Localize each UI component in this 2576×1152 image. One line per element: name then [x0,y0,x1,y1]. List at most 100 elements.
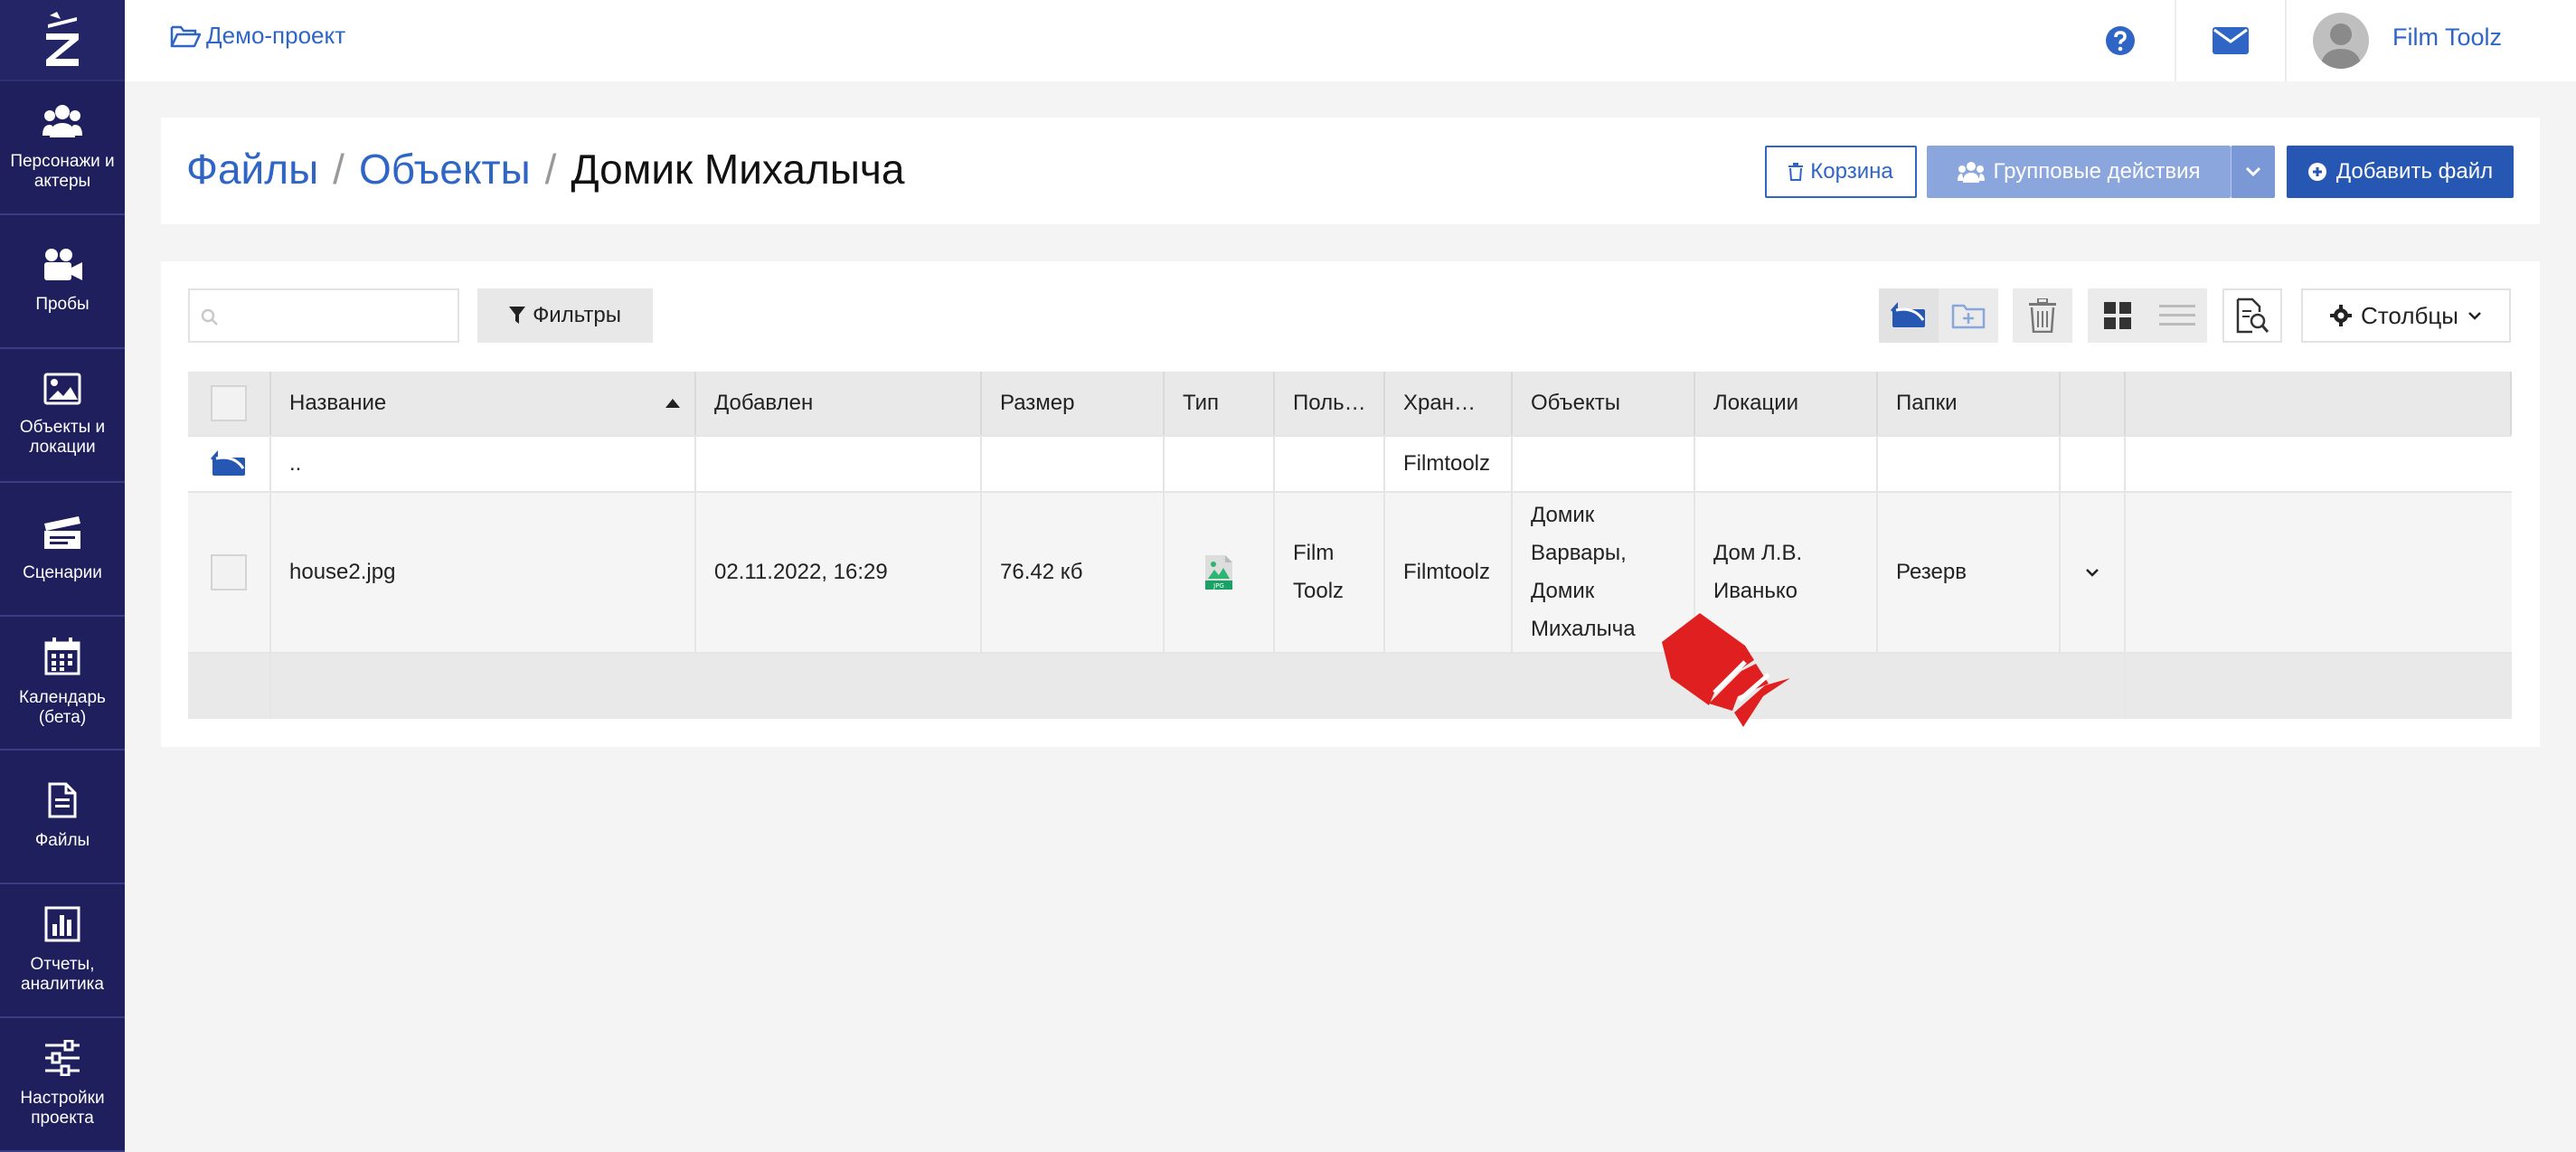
avatar[interactable] [2313,13,2369,69]
sidebar-item-auditions[interactable]: Пробы [0,215,125,349]
sidebar-item-settings[interactable]: Настройки проекта [0,1018,125,1152]
column-label: Поль… [1293,391,1366,415]
column-header-added[interactable]: Добавлен [696,372,982,435]
trash-button[interactable]: Корзина [1765,146,1917,198]
sort-ascending-icon [665,399,680,408]
reply-arrow-icon[interactable] [211,450,247,477]
sidebar-item-objects[interactable]: Объекты и локации [0,349,125,483]
app-logo[interactable] [0,0,125,81]
reply-arrow-icon [1891,302,1925,327]
table-cell [2061,654,2126,719]
file-search-icon [2236,297,2269,334]
question-circle-icon [2106,26,2135,55]
user-menu[interactable]: Film Toolz [2304,0,2576,81]
messages-button[interactable] [2176,0,2287,81]
column-header-type[interactable]: Тип [1165,372,1275,435]
trash-icon [1788,163,1804,181]
sidebar-item-calendar[interactable]: Календарь (бета) [0,617,125,751]
column-label: Папки [1896,391,1958,415]
group-actions-dropdown[interactable] [2231,146,2275,198]
sidebar-item-files[interactable]: Файлы [0,751,125,884]
file-size-cell: 76.42 кб [982,493,1165,652]
search-box[interactable] [188,288,459,343]
preview-button[interactable] [2222,288,2282,343]
page-title: Домик Михалыча [571,146,905,193]
sidebar-item-label: Сценарии [23,563,102,582]
location-line: Дом Л.В. [1713,541,1803,565]
group-actions-button[interactable]: Групповые действия [1927,146,2231,198]
filters-button[interactable]: Фильтры [477,288,653,343]
jpg-file-icon: JPG [1205,555,1232,590]
table-cell [1275,654,1385,719]
group-actions-label: Групповые действия [1993,159,2201,184]
file-added-cell: 02.11.2022, 16:29 [696,493,982,652]
user-name[interactable]: Film Toolz [2392,24,2502,52]
select-all-cell [188,372,271,435]
columns-button[interactable]: Столбцы [2301,288,2511,343]
table-row[interactable]: house2.jpg 02.11.2022, 16:29 76.42 кб JP… [188,493,2512,654]
go-up-button[interactable] [1879,288,1939,343]
trash-label: Корзина [1810,159,1893,184]
file-added: 02.11.2022, 16:29 [714,560,888,584]
select-all-checkbox[interactable] [211,385,247,421]
sidebar-item-label: Объекты и локации [19,418,106,457]
file-name[interactable]: house2.jpg [289,553,395,591]
grid-view-button[interactable] [2088,288,2147,343]
column-header-actions [2061,372,2126,435]
sidebar-item-label: Пробы [35,295,90,314]
column-header-storage[interactable]: Хран… [1385,372,1513,435]
column-header-name[interactable]: Название [271,372,696,435]
list-view-button[interactable] [2147,288,2207,343]
chevron-down-icon[interactable] [2084,567,2100,578]
sidebar-item-label: Персонажи и актеры [10,152,115,191]
column-label: Размер [1000,391,1075,415]
sidebar-item-reports[interactable]: Отчеты, аналитика [0,884,125,1018]
table-cell [1385,654,1513,719]
column-label: Объекты [1531,391,1620,415]
table-cell [1695,437,1878,491]
sidebar-item-scripts[interactable]: Сценарии [0,483,125,617]
file-storage-cell: Filmtoolz [1385,493,1513,652]
table-cell [1513,437,1695,491]
storage-value: Filmtoolz [1403,451,1491,476]
column-header-folders[interactable]: Папки [1878,372,2061,435]
file-user-line: Toolz [1293,579,1345,603]
page-header: Файлы / Объекты / Домик Михалыча Корзина… [161,118,2540,224]
sidebar-item-label: Файлы [34,831,90,850]
sidebar-item-characters[interactable]: Персонажи и актеры [0,81,125,215]
object-line: Михалыча [1531,617,1636,641]
column-header-size[interactable]: Размер [982,372,1165,435]
breadcrumb-files[interactable]: Файлы [186,145,318,194]
svg-text:JPG: JPG [1213,582,1224,590]
parent-name[interactable]: .. [289,445,301,483]
breadcrumb-objects[interactable]: Объекты [359,145,531,194]
file-browser: Фильтры Столбцы Название Добавлен Размер… [161,261,2540,747]
parent-storage-cell: Filmtoolz [1385,437,1513,491]
project-link[interactable]: Демо-проект [170,22,345,50]
add-file-button[interactable]: Добавить файл [2287,146,2514,198]
filter-icon [509,307,526,324]
sidebar: Персонажи и актеры Пробы Объекты и локац… [0,0,125,1152]
row-actions-cell [2061,493,2126,652]
trash-icon [2029,298,2056,333]
file-type-cell: JPG [1165,493,1275,652]
parent-folder-row[interactable]: .. Filmtoolz [188,437,2512,493]
logo-icon [46,12,79,66]
column-label: Название [289,391,387,415]
folder-open-icon [170,25,201,47]
column-header-locations[interactable]: Локации [1695,372,1878,435]
table-cell [2061,437,2126,491]
help-button[interactable] [2066,0,2176,81]
gear-icon [2330,305,2353,326]
table-cell [1878,654,2061,719]
object-line: Варвары, [1531,541,1627,565]
object-line: Домик [1531,503,1595,527]
delete-button[interactable] [2013,288,2072,343]
table-cell [1275,437,1385,491]
column-header-user[interactable]: Поль… [1275,372,1385,435]
column-header-objects[interactable]: Объекты [1513,372,1695,435]
clapperboard-icon [44,516,80,549]
file-folder-cell: Резерв [1878,493,2061,652]
new-folder-button[interactable] [1939,288,1998,343]
row-checkbox[interactable] [211,554,247,590]
